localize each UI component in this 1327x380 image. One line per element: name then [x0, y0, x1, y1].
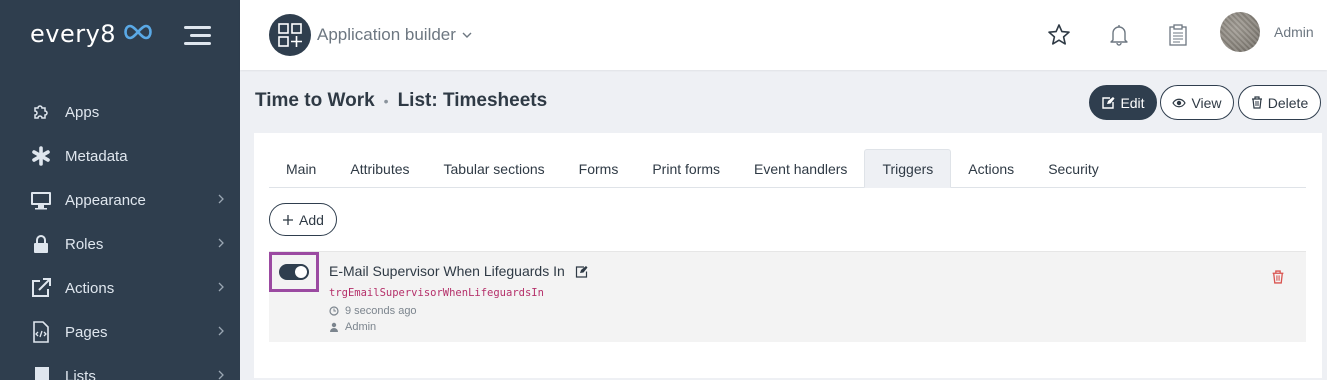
plus-icon [283, 214, 294, 225]
trigger-author-name: Admin [345, 321, 377, 333]
sidebar-item-label: Metadata [65, 147, 128, 165]
trigger-timestamp: 9 seconds ago [329, 305, 417, 317]
trash-icon[interactable] [1271, 270, 1285, 284]
tab-tabular-sections[interactable]: Tabular sections [427, 149, 562, 188]
sidebar: every8 Apps Metadata Appearance Roles Ac… [0, 0, 240, 380]
trigger-enabled-toggle[interactable] [279, 264, 309, 280]
breadcrumb-separator: • [383, 93, 389, 109]
app-selector-dropdown[interactable]: Application builder [317, 25, 473, 45]
edit-icon [1102, 96, 1115, 109]
eye-icon [1172, 98, 1187, 107]
trigger-author: Admin [329, 321, 376, 333]
monitor-icon [30, 189, 52, 211]
sidebar-nav: Apps Metadata Appearance Roles Actions P… [0, 90, 240, 380]
sidebar-item-actions[interactable]: Actions [0, 266, 240, 310]
sidebar-item-label: Actions [65, 279, 115, 297]
avatar[interactable] [1220, 12, 1260, 52]
trigger-toggle-highlight [269, 252, 319, 292]
chevron-right-icon [218, 238, 224, 248]
trigger-row: E-Mail Supervisor When Lifeguards In trg… [269, 251, 1306, 342]
trigger-title: E-Mail Supervisor When Lifeguards In [329, 263, 589, 279]
external-link-icon [30, 277, 52, 299]
code-file-icon [30, 321, 52, 343]
puzzle-icon [30, 101, 52, 123]
sidebar-item-lists[interactable]: Lists [0, 354, 240, 380]
breadcrumb-root[interactable]: Time to Work [255, 90, 375, 112]
chevron-right-icon [218, 282, 224, 292]
star-icon[interactable] [1046, 22, 1072, 48]
tab-forms[interactable]: Forms [562, 149, 636, 188]
tab-triggers[interactable]: Triggers [864, 149, 952, 188]
tab-event-handlers[interactable]: Event handlers [737, 149, 864, 188]
trash-icon [1251, 96, 1262, 109]
user-name[interactable]: Admin [1274, 24, 1314, 40]
page-title: List: Timesheets [397, 90, 548, 111]
clipboard-icon[interactable] [1165, 22, 1191, 48]
edit-button[interactable]: Edit [1089, 85, 1157, 120]
sidebar-item-label: Pages [65, 323, 108, 341]
tab-security[interactable]: Security [1031, 149, 1116, 188]
sidebar-item-label: Appearance [65, 191, 146, 209]
toggle-knob [295, 266, 307, 278]
tab-attributes[interactable]: Attributes [333, 149, 426, 188]
app-selector-label: Application builder [317, 25, 456, 44]
asterisk-icon [30, 145, 52, 167]
user-icon [330, 322, 338, 332]
app-builder-icon[interactable] [269, 14, 311, 56]
chevron-right-icon [218, 194, 224, 204]
sidebar-item-label: Roles [65, 235, 104, 253]
main-panel: Main Attributes Tabular sections Forms P… [254, 133, 1322, 378]
chevron-right-icon [218, 326, 224, 336]
tab-main[interactable]: Main [269, 149, 333, 188]
add-button-label: Add [299, 211, 324, 228]
view-button-label: View [1191, 94, 1222, 111]
view-button[interactable]: View [1160, 85, 1234, 120]
add-trigger-button[interactable]: Add [269, 203, 337, 236]
bell-icon[interactable] [1106, 22, 1132, 48]
chevron-down-icon [462, 32, 472, 38]
tab-print-forms[interactable]: Print forms [635, 149, 737, 188]
sidebar-item-appearance[interactable]: Appearance [0, 178, 240, 222]
trigger-code: trgEmailSupervisorWhenLifeguardsIn [329, 287, 544, 299]
sidebar-item-label: Lists [65, 367, 96, 380]
delete-button[interactable]: Delete [1238, 85, 1321, 120]
trigger-time: 9 seconds ago [345, 305, 417, 317]
tab-actions[interactable]: Actions [951, 149, 1031, 188]
chevron-right-icon [218, 370, 224, 380]
top-bar: Application builder Admin [240, 0, 1327, 70]
clock-icon [329, 306, 339, 316]
sidebar-item-pages[interactable]: Pages [0, 310, 240, 354]
sidebar-item-metadata[interactable]: Metadata [0, 134, 240, 178]
book-icon [30, 365, 52, 380]
sidebar-item-apps[interactable]: Apps [0, 90, 240, 134]
breadcrumb: Time to Work • List: Timesheets [255, 90, 547, 112]
edit-button-label: Edit [1120, 94, 1145, 111]
trigger-name: E-Mail Supervisor When Lifeguards In [329, 263, 565, 279]
edit-icon[interactable] [575, 265, 589, 278]
brand-logo[interactable]: every8 [30, 20, 154, 48]
brand-name: every8 [30, 20, 117, 48]
infinity-icon [122, 23, 154, 46]
tab-bar: Main Attributes Tabular sections Forms P… [269, 149, 1306, 188]
sidebar-item-label: Apps [65, 103, 100, 121]
lock-icon [30, 233, 52, 255]
sidebar-item-roles[interactable]: Roles [0, 222, 240, 266]
delete-button-label: Delete [1267, 94, 1309, 111]
menu-toggle-button[interactable] [184, 24, 211, 48]
